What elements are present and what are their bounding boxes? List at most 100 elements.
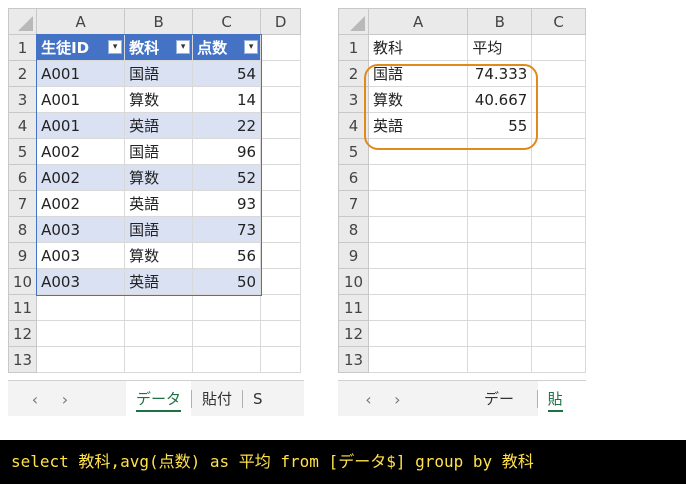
cell[interactable] bbox=[467, 294, 533, 321]
row-header[interactable]: 10 bbox=[8, 268, 38, 295]
row-header[interactable]: 7 bbox=[338, 190, 369, 217]
cell[interactable] bbox=[36, 320, 126, 347]
table-header-cell[interactable]: 点数 ▾ bbox=[192, 34, 262, 61]
prev-sheet-icon[interactable]: ‹ bbox=[358, 390, 379, 409]
col-header-c[interactable]: C bbox=[192, 8, 262, 35]
cell[interactable] bbox=[467, 164, 533, 191]
cell-subject[interactable]: 国語 bbox=[124, 60, 194, 87]
cell-subject[interactable]: 算数 bbox=[124, 164, 194, 191]
cell-student-id[interactable]: A001 bbox=[36, 112, 126, 139]
cell-score[interactable]: 54 bbox=[192, 60, 262, 87]
cell[interactable] bbox=[531, 346, 586, 373]
cell[interactable] bbox=[260, 60, 302, 87]
cell[interactable] bbox=[531, 242, 586, 269]
cell-subject[interactable]: 算数 bbox=[124, 242, 194, 269]
tab-paste[interactable]: 貼付 bbox=[537, 381, 586, 416]
cell[interactable] bbox=[260, 190, 302, 217]
row-header[interactable]: 12 bbox=[8, 320, 38, 347]
filter-button-icon[interactable]: ▾ bbox=[108, 40, 123, 54]
cell[interactable] bbox=[124, 320, 194, 347]
cell[interactable] bbox=[192, 346, 262, 373]
cell[interactable] bbox=[467, 242, 533, 269]
cell[interactable] bbox=[260, 34, 302, 61]
row-header[interactable]: 12 bbox=[338, 320, 369, 347]
cell[interactable] bbox=[260, 138, 302, 165]
cell[interactable] bbox=[531, 164, 586, 191]
cell-student-id[interactable]: A003 bbox=[36, 268, 126, 295]
filter-button-icon[interactable]: ▾ bbox=[176, 40, 191, 54]
cell[interactable] bbox=[531, 268, 586, 295]
table-header-cell[interactable]: 教科 ▾ bbox=[124, 34, 194, 61]
filter-button-icon[interactable]: ▾ bbox=[244, 40, 259, 54]
col-header-c[interactable]: C bbox=[531, 8, 586, 35]
cell[interactable] bbox=[531, 112, 586, 139]
cell-score[interactable]: 93 bbox=[192, 190, 262, 217]
cell-subject[interactable]: 国語 bbox=[124, 138, 194, 165]
cell[interactable] bbox=[260, 268, 302, 295]
cell[interactable] bbox=[260, 86, 302, 113]
cell-score[interactable]: 56 bbox=[192, 242, 262, 269]
cell[interactable] bbox=[367, 268, 469, 295]
row-header[interactable]: 5 bbox=[8, 138, 38, 165]
row-header[interactable]: 13 bbox=[338, 346, 369, 373]
cell[interactable] bbox=[467, 268, 533, 295]
row-header[interactable]: 8 bbox=[8, 216, 38, 243]
cell[interactable] bbox=[260, 294, 302, 321]
cell[interactable] bbox=[36, 346, 126, 373]
row-header[interactable]: 11 bbox=[338, 294, 369, 321]
cell[interactable] bbox=[367, 294, 469, 321]
cell[interactable] bbox=[531, 86, 586, 113]
cell-subject[interactable]: 算数 bbox=[124, 86, 194, 113]
cell[interactable] bbox=[531, 320, 586, 347]
cell[interactable] bbox=[192, 294, 262, 321]
row-header[interactable]: 6 bbox=[8, 164, 38, 191]
cell-subject[interactable]: 国語 bbox=[124, 216, 194, 243]
row-header[interactable]: 9 bbox=[338, 242, 369, 269]
cell-student-id[interactable]: A002 bbox=[36, 164, 126, 191]
row-header[interactable]: 4 bbox=[8, 112, 38, 139]
tab-data[interactable]: データ bbox=[474, 381, 537, 416]
cell-student-id[interactable]: A003 bbox=[36, 216, 126, 243]
cell[interactable] bbox=[260, 346, 302, 373]
col-header-d[interactable]: D bbox=[260, 8, 302, 35]
next-sheet-icon[interactable]: › bbox=[387, 390, 408, 409]
cell[interactable] bbox=[467, 346, 533, 373]
col-header-a[interactable]: A bbox=[36, 8, 126, 35]
cell-score[interactable]: 22 bbox=[192, 112, 262, 139]
cell-subject[interactable]: 英語 bbox=[124, 190, 194, 217]
cell[interactable] bbox=[260, 164, 302, 191]
row-header[interactable]: 13 bbox=[8, 346, 38, 373]
cell[interactable] bbox=[260, 242, 302, 269]
cell[interactable] bbox=[260, 216, 302, 243]
cell-student-id[interactable]: A001 bbox=[36, 86, 126, 113]
cell[interactable] bbox=[367, 320, 469, 347]
row-header[interactable]: 2 bbox=[8, 60, 38, 87]
cell-student-id[interactable]: A002 bbox=[36, 190, 126, 217]
cell[interactable] bbox=[260, 320, 302, 347]
col-header-b[interactable]: B bbox=[467, 8, 533, 35]
cell[interactable] bbox=[367, 346, 469, 373]
cell[interactable] bbox=[531, 190, 586, 217]
cell-score[interactable]: 14 bbox=[192, 86, 262, 113]
row-header[interactable]: 9 bbox=[8, 242, 38, 269]
cell-subject[interactable]: 英語 bbox=[124, 268, 194, 295]
cell[interactable] bbox=[367, 216, 469, 243]
cell-score[interactable]: 96 bbox=[192, 138, 262, 165]
cell[interactable] bbox=[467, 216, 533, 243]
cell[interactable] bbox=[124, 346, 194, 373]
cell-student-id[interactable]: A002 bbox=[36, 138, 126, 165]
tab-data[interactable]: データ bbox=[126, 381, 192, 416]
header-cell-subject[interactable]: 教科 bbox=[367, 34, 469, 61]
next-sheet-icon[interactable]: › bbox=[54, 390, 76, 409]
cell[interactable] bbox=[367, 242, 469, 269]
cell[interactable] bbox=[531, 34, 586, 61]
prev-sheet-icon[interactable]: ‹ bbox=[24, 390, 46, 409]
table-header-cell[interactable]: 生徒ID ▾ bbox=[36, 34, 126, 61]
cell[interactable] bbox=[260, 112, 302, 139]
cell[interactable] bbox=[367, 164, 469, 191]
row-header[interactable]: 1 bbox=[338, 34, 369, 61]
cell[interactable] bbox=[36, 294, 126, 321]
cell[interactable] bbox=[467, 320, 533, 347]
cell[interactable] bbox=[531, 60, 586, 87]
row-header[interactable]: 1 bbox=[8, 34, 38, 61]
